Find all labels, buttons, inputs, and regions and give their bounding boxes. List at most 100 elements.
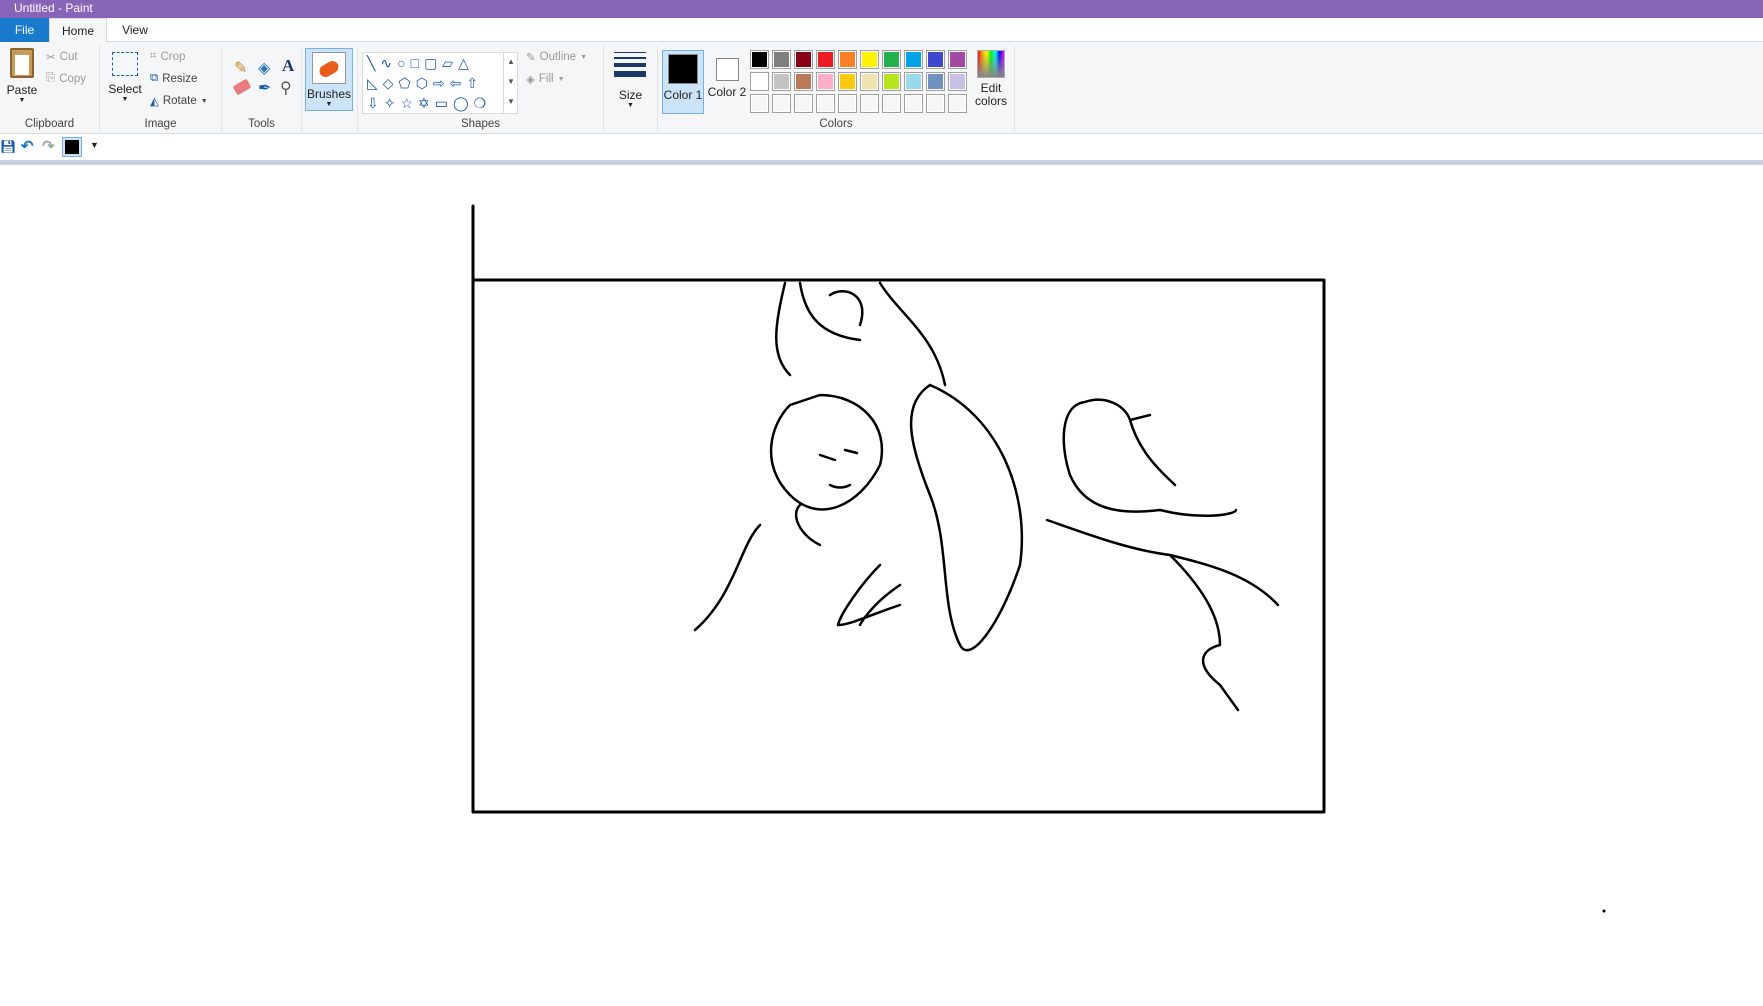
brush-icon	[312, 52, 346, 84]
palette-swatch[interactable]	[772, 50, 791, 69]
edit-colors-label: Edit colors	[974, 81, 1007, 108]
palette-swatch[interactable]	[904, 50, 923, 69]
custom-color-slot[interactable]	[816, 94, 835, 113]
select-rect-icon	[112, 52, 138, 76]
chevron-down-icon: ▼	[325, 101, 333, 108]
fill-bucket-icon[interactable]: ◈	[258, 58, 270, 78]
shapes-row: ╲∿○□▢▱△	[367, 55, 474, 71]
rotate-icon: ◭	[150, 96, 159, 108]
magnifier-icon[interactable]: ⚲	[280, 78, 292, 98]
outline-pen-icon: ✎	[526, 52, 536, 64]
color1-button[interactable]: Color 1	[662, 50, 704, 114]
resize-button[interactable]: ⧉ Resize	[150, 72, 197, 85]
cut-label: Cut	[59, 51, 78, 63]
sketch-drawing	[471, 204, 1606, 913]
ribbon-tabs: File Home View	[0, 18, 1763, 43]
rotate-label: Rotate	[162, 95, 197, 107]
customize-toolbar-icon[interactable]: ▼	[90, 140, 99, 150]
clipboard-group: Paste ▼ ✂ Cut ⎘ Copy Clipboard	[0, 46, 100, 132]
brushes-group: Brushes ▼	[302, 46, 358, 132]
custom-color-slot[interactable]	[904, 94, 923, 113]
redo-icon[interactable]: ↷	[42, 137, 55, 155]
select-label: Select	[108, 82, 142, 96]
palette-swatch[interactable]	[838, 72, 857, 91]
drawn-frame	[471, 278, 1326, 814]
palette-swatch[interactable]	[794, 50, 813, 69]
fill-label: Fill	[538, 73, 554, 85]
custom-color-slot[interactable]	[772, 94, 791, 113]
outline-button[interactable]: ✎ Outline ▼	[526, 50, 587, 64]
palette-swatch[interactable]	[860, 50, 879, 69]
save-icon[interactable]: 💾︎	[0, 139, 17, 155]
colors-group-label: Colors	[819, 118, 853, 130]
palette-swatch[interactable]	[882, 50, 901, 69]
drawing-canvas[interactable]	[0, 165, 1763, 1003]
tools-group: ✎ ◈ A ✒ ⚲ Tools	[222, 46, 302, 132]
palette-swatch[interactable]	[772, 72, 791, 91]
custom-color-slot[interactable]	[948, 94, 967, 113]
tab-file[interactable]: File	[0, 18, 49, 42]
eraser-icon[interactable]	[232, 78, 252, 96]
size-group[interactable]: Size ▼	[604, 46, 658, 132]
custom-color-slot[interactable]	[750, 94, 769, 113]
palette-swatch[interactable]	[948, 72, 967, 91]
palette-swatch[interactable]	[860, 72, 879, 91]
palette-swatch[interactable]	[816, 72, 835, 91]
chevron-down-icon: ▼	[121, 96, 129, 103]
select-button[interactable]: Select ▼	[106, 46, 144, 106]
paste-label: Paste	[6, 83, 38, 97]
custom-color-slot[interactable]	[860, 94, 879, 113]
crop-button[interactable]: ⌗ Crop	[150, 50, 185, 63]
tab-home[interactable]: Home	[49, 18, 107, 43]
palette-swatch[interactable]	[882, 72, 901, 91]
brushes-label: Brushes	[306, 87, 352, 101]
shapes-group: ╲∿○□▢▱△ ◺◇⬠⬡⇨⇦⇧ ⇩✧☆✡▭◯❍ ▲ ▼ ▼ ✎ Outline ▼ ◈ F…	[358, 46, 604, 132]
edit-colors-button[interactable]: Edit colors	[969, 50, 1013, 108]
custom-color-slot[interactable]	[794, 94, 813, 113]
custom-color-slot[interactable]	[926, 94, 945, 113]
brushes-button[interactable]: Brushes ▼	[305, 48, 353, 111]
chevron-down-icon: ▼	[18, 97, 26, 104]
sketch-figures	[693, 281, 1280, 712]
rotate-button[interactable]: ◭ Rotate ▼	[150, 94, 208, 108]
shapes-scroll[interactable]: ▲ ▼ ▼	[503, 52, 518, 114]
pencil-icon[interactable]: ✎	[234, 58, 247, 78]
shapes-group-label: Shapes	[460, 118, 500, 130]
copy-icon: ⎘	[46, 72, 56, 84]
drawn-dot	[1602, 909, 1606, 913]
palette-swatch[interactable]	[926, 50, 945, 69]
ribbon: Paste ▼ ✂ Cut ⎘ Copy Clipboard Select ▼ ⌗ C…	[0, 42, 1763, 134]
shapes-gallery[interactable]: ╲∿○□▢▱△ ◺◇⬠⬡⇨⇦⇧ ⇩✧☆✡▭◯❍	[362, 52, 518, 114]
window-title: Untitled - Paint	[14, 1, 93, 15]
palette-swatch[interactable]	[948, 50, 967, 69]
clipboard-icon	[10, 48, 34, 78]
crop-icon: ⌗	[150, 50, 157, 62]
tab-view[interactable]: View	[107, 18, 163, 42]
color2-button[interactable]: Color 2	[706, 50, 748, 114]
palette-swatch[interactable]	[816, 50, 835, 69]
custom-color-slot[interactable]	[882, 94, 901, 113]
palette-swatch[interactable]	[904, 72, 923, 91]
fill-button[interactable]: ◈ Fill ▼	[526, 72, 565, 86]
palette-swatch[interactable]	[838, 50, 857, 69]
color1-label: Color 1	[663, 88, 703, 102]
custom-color-slot[interactable]	[838, 94, 857, 113]
copy-button[interactable]: ⎘ Copy	[46, 72, 86, 85]
cut-button[interactable]: ✂ Cut	[46, 50, 78, 64]
scissors-icon: ✂	[46, 52, 56, 64]
palette-swatch[interactable]	[794, 72, 813, 91]
chevron-down-icon: ▼	[627, 102, 634, 109]
shapes-row: ◺◇⬠⬡⇨⇦⇧	[367, 75, 484, 91]
palette-swatch[interactable]	[750, 72, 769, 91]
color-picker-icon[interactable]: ✒	[258, 78, 271, 98]
undo-icon[interactable]: ↶	[21, 137, 34, 155]
palette-swatch[interactable]	[926, 72, 945, 91]
crop-label: Crop	[160, 50, 186, 63]
palette-swatch[interactable]	[750, 50, 769, 69]
text-tool-icon[interactable]: A	[282, 56, 294, 76]
chevron-down-icon: ▼	[580, 53, 588, 61]
resize-label: Resize	[162, 72, 198, 85]
paste-button[interactable]: Paste ▼	[4, 46, 40, 106]
current-color-button[interactable]	[62, 137, 82, 157]
size-label: Size	[618, 88, 643, 102]
